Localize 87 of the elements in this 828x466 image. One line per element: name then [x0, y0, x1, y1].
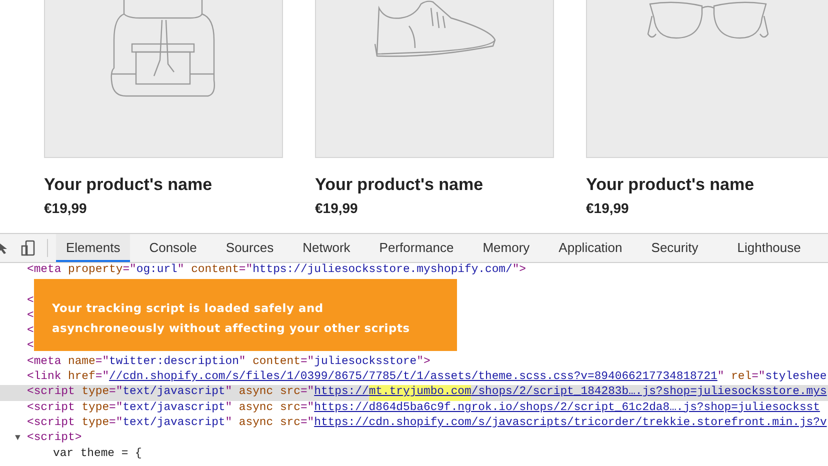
code-token: https://cdn.shopify.com/s/javascripts/tricorder/trekkie.storefront.min.js?v [314, 416, 827, 431]
code-token: href [68, 370, 96, 386]
product-price: €19,99 [586, 200, 630, 216]
product-name: Your product's name [44, 175, 214, 195]
code-token: =" [238, 263, 253, 278]
product-name: Your product's name [586, 175, 756, 195]
code-token: =" [95, 354, 110, 370]
devtools-tab[interactable]: Sources [216, 234, 284, 262]
code-token: https://juliesocksstore.myshopify.com/ [252, 263, 512, 278]
code-line[interactable]: <meta name="twitter:description" content="juliesocksstore"> [0, 354, 828, 370]
code-token: =" [752, 370, 766, 386]
code-token: "> [416, 354, 430, 370]
code-line[interactable]: ▼ <script> [0, 431, 828, 447]
code-line[interactable]: <meta property="og:url" content="https://juliesocksstore.myshopify.com/"> [0, 263, 828, 278]
code-token: =" [300, 400, 314, 416]
code-token: text/javascript [122, 400, 226, 416]
code-line[interactable]: var theme = { [0, 446, 828, 462]
code-token: " [177, 263, 186, 278]
code-token: src [280, 416, 300, 431]
code-token: =" [95, 370, 110, 386]
code-token: " [717, 370, 726, 386]
code-token: <script [27, 400, 76, 416]
code-token: text/javascript [122, 385, 226, 400]
code-token: < [27, 308, 34, 324]
code-token: twitter:description [109, 354, 239, 370]
code-token: type [82, 385, 110, 400]
code-token: type [82, 400, 110, 416]
code-token: content [191, 263, 239, 278]
code-token: "> [512, 263, 526, 278]
code-line[interactable]: <script type="text/javascript" async src="https://d864d5ba6c9f.ngrok.io/shops/2/script_61c2da8….js?shop=juliesocksst [0, 400, 828, 416]
code-token: " [225, 385, 234, 400]
code-token: async [238, 385, 274, 400]
devtools-tab[interactable]: Application [548, 234, 632, 262]
expand-toggle[interactable]: ▼ [15, 431, 27, 447]
code-token: " [225, 400, 234, 416]
code-token: rel [731, 370, 752, 386]
code-token: mt.tryjumbo.com [368, 385, 472, 401]
code-token: name [68, 354, 96, 370]
devtools-tab[interactable]: Elements [56, 234, 130, 262]
code-token: " [238, 354, 247, 370]
device-icon[interactable] [21, 240, 35, 256]
code-token: var theme = { [53, 446, 142, 462]
product-name: Your product's name [315, 175, 484, 195]
banner-text: Your tracking script is loaded safely and asynchroneously without affecting your other scripts [52, 300, 411, 337]
code-token: <script [27, 416, 76, 431]
code-token: https:// [314, 385, 369, 400]
code-token: =" [300, 416, 314, 431]
code-token: https://d864d5ba6c9f.ngrok.io/shops/2/script_61c2da8….js?shop=juliesocksst [314, 400, 820, 416]
code-token: src [280, 385, 300, 400]
code-token: type [82, 416, 110, 431]
code-token: <meta [27, 263, 62, 278]
code-token: =" [109, 400, 123, 416]
product-price: €19,99 [44, 200, 88, 216]
devtools-tab[interactable]: Security [641, 234, 708, 262]
code-line[interactable]: <script type="text/javascript" async src="https://cdn.shopify.com/s/javascripts/tricorder/trekkie.storefront.min.js?v [0, 416, 828, 432]
code-token: <meta [27, 354, 62, 370]
code-token: " [225, 416, 234, 431]
code-token: < [27, 294, 34, 309]
devtools-tab[interactable]: Network [292, 234, 360, 262]
cursor-icon[interactable] [0, 241, 9, 255]
code-token: < [27, 324, 34, 340]
code-token: styleshee [765, 370, 827, 386]
code-token: async [238, 416, 274, 431]
code-token: =" [300, 354, 314, 370]
code-token: =" [122, 263, 136, 278]
product-price: €19,99 [315, 200, 359, 216]
code-token: =" [300, 385, 314, 400]
devtools-tab[interactable]: Performance [369, 234, 464, 262]
code-token: <script [27, 385, 76, 400]
code-token: =" [109, 385, 123, 400]
code-line[interactable]: <link href="//cdn.shopify.com/s/files/1/0399/8675/7785/t/1/assets/theme.scss.css?v=894066217734818721" rel="styleshee [0, 370, 828, 386]
code-token: async [238, 400, 274, 416]
code-token: //cdn.shopify.com/s/files/1/0399/8675/7785/t/1/assets/theme.scss.css?v=894066217734818721 [109, 370, 718, 386]
devtools-tab[interactable]: Lighthouse [727, 234, 811, 262]
code-token: /shops/2/script_184283b….js?shop=juliesocksstore.mys [471, 385, 827, 400]
code-token: <script> [27, 431, 82, 446]
code-token: < [27, 339, 34, 354]
code-token: juliesocksstore [314, 354, 417, 370]
code-token: text/javascript [122, 416, 226, 431]
code-token: src [280, 400, 300, 416]
devtools-tab[interactable]: Console [139, 234, 207, 262]
code-token: =" [109, 416, 123, 431]
code-token: <link [27, 370, 62, 386]
devtools-tab[interactable]: Memory [472, 234, 540, 262]
code-token: og:url [136, 263, 178, 278]
code-token: property [68, 263, 123, 278]
code-token: content [252, 354, 300, 370]
